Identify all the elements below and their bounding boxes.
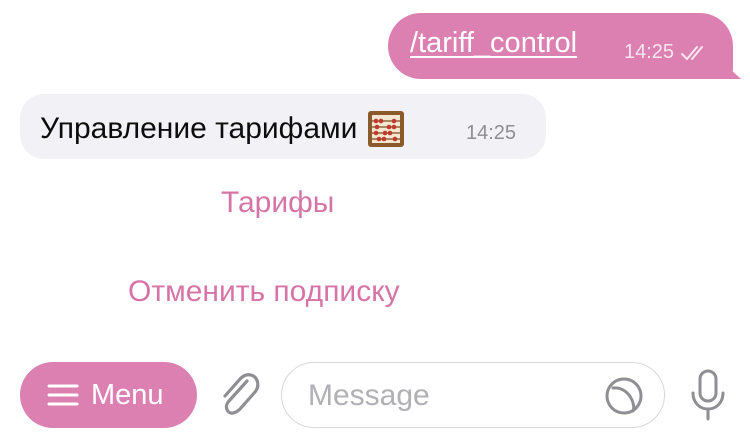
paperclip-icon[interactable]: [213, 367, 263, 423]
incoming-text: Управление тарифами: [40, 112, 358, 145]
double-check-icon: [681, 45, 704, 60]
outgoing-time: 14:25: [624, 41, 675, 63]
microphone-icon[interactable]: [688, 368, 728, 422]
incoming-time: 14:25: [466, 122, 517, 144]
tariffs-button[interactable]: Тарифы: [221, 186, 334, 220]
message-field[interactable]: [281, 362, 665, 428]
hamburger-icon: [47, 384, 79, 406]
outgoing-meta: 14:25: [624, 41, 710, 64]
bubble-tail: [719, 59, 741, 79]
incoming-message-bubble[interactable]: Управление тарифами 14:25: [20, 94, 546, 159]
message-input[interactable]: [306, 373, 600, 419]
sticker-icon[interactable]: [604, 376, 644, 416]
incoming-text-row: Управление тарифами: [40, 110, 405, 148]
menu-label: Menu: [91, 378, 164, 411]
abacus-icon: [368, 111, 405, 147]
chat-screen: /tariff_control 14:25 Управление тарифам…: [0, 0, 750, 440]
outgoing-message-bubble[interactable]: /tariff_control 14:25: [388, 13, 741, 79]
command-link[interactable]: /tariff_control: [410, 27, 577, 60]
menu-button[interactable]: Menu: [20, 362, 197, 428]
cancel-subscription-button[interactable]: Отменить подписку: [128, 275, 400, 309]
